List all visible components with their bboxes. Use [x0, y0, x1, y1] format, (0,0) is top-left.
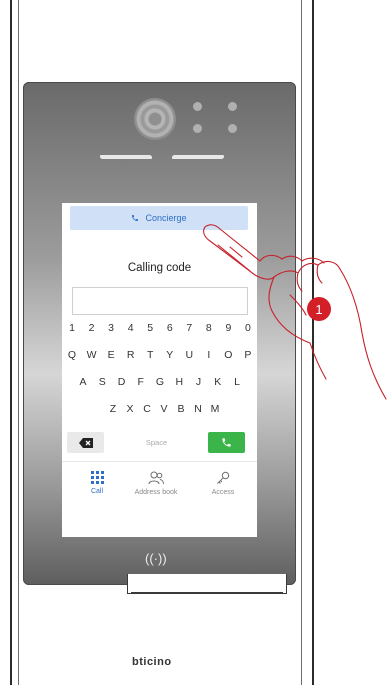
- key-3[interactable]: 3: [104, 322, 118, 334]
- backspace-button[interactable]: [67, 432, 104, 453]
- step-badge: 1: [307, 297, 331, 321]
- key-d[interactable]: D: [115, 376, 129, 388]
- key-a[interactable]: A: [76, 376, 90, 388]
- hand-pointer-illustration: [203, 224, 387, 400]
- key-x[interactable]: X: [123, 403, 137, 415]
- phone-icon: [132, 215, 139, 221]
- sensor-dot: [228, 102, 237, 111]
- address-book-icon: [148, 471, 164, 485]
- tab-bar-divider: [62, 461, 257, 462]
- key-f[interactable]: F: [134, 376, 148, 388]
- key-1[interactable]: 1: [65, 322, 79, 334]
- led-strip-left: [99, 155, 153, 159]
- tab-access[interactable]: Access: [203, 471, 243, 496]
- frame-edge-left: [18, 0, 19, 685]
- tab-label: Address book: [134, 489, 178, 496]
- key-z[interactable]: Z: [106, 403, 120, 415]
- keypad-icon: [90, 471, 104, 484]
- backspace-icon: [78, 437, 93, 448]
- led-strip-right: [171, 155, 225, 159]
- key-s[interactable]: S: [95, 376, 109, 388]
- nfc-reader-symbol: ((·)): [145, 551, 167, 566]
- camera-lens: [134, 98, 176, 140]
- sensor-dot: [228, 124, 237, 133]
- key-c[interactable]: C: [140, 403, 154, 415]
- key-v[interactable]: V: [157, 403, 171, 415]
- key-5[interactable]: 5: [143, 322, 157, 334]
- tab-call[interactable]: Call: [82, 471, 112, 495]
- key-y[interactable]: Y: [163, 349, 177, 361]
- sensor-dot: [193, 102, 202, 111]
- sensor-dot: [193, 124, 202, 133]
- space-key[interactable]: Space: [108, 432, 205, 453]
- key-g[interactable]: G: [153, 376, 167, 388]
- key-r[interactable]: R: [124, 349, 138, 361]
- call-button[interactable]: [208, 432, 245, 453]
- key-q[interactable]: Q: [65, 349, 79, 361]
- key-6[interactable]: 6: [163, 322, 177, 334]
- key-h[interactable]: H: [172, 376, 186, 388]
- key-w[interactable]: W: [85, 349, 99, 361]
- phone-icon: [222, 438, 231, 447]
- key-2[interactable]: 2: [85, 322, 99, 334]
- key-e[interactable]: E: [104, 349, 118, 361]
- key-b[interactable]: B: [174, 403, 188, 415]
- key-4[interactable]: 4: [124, 322, 138, 334]
- tab-label: Access: [211, 489, 235, 496]
- key-icon: [217, 471, 230, 484]
- key-t[interactable]: T: [143, 349, 157, 361]
- panel-bracket-line: [131, 590, 283, 593]
- tab-label: Call: [90, 488, 104, 495]
- concierge-label: Concierge: [145, 213, 187, 223]
- tab-address-book[interactable]: Address book: [126, 471, 186, 496]
- brand-logo: bticino: [132, 656, 172, 668]
